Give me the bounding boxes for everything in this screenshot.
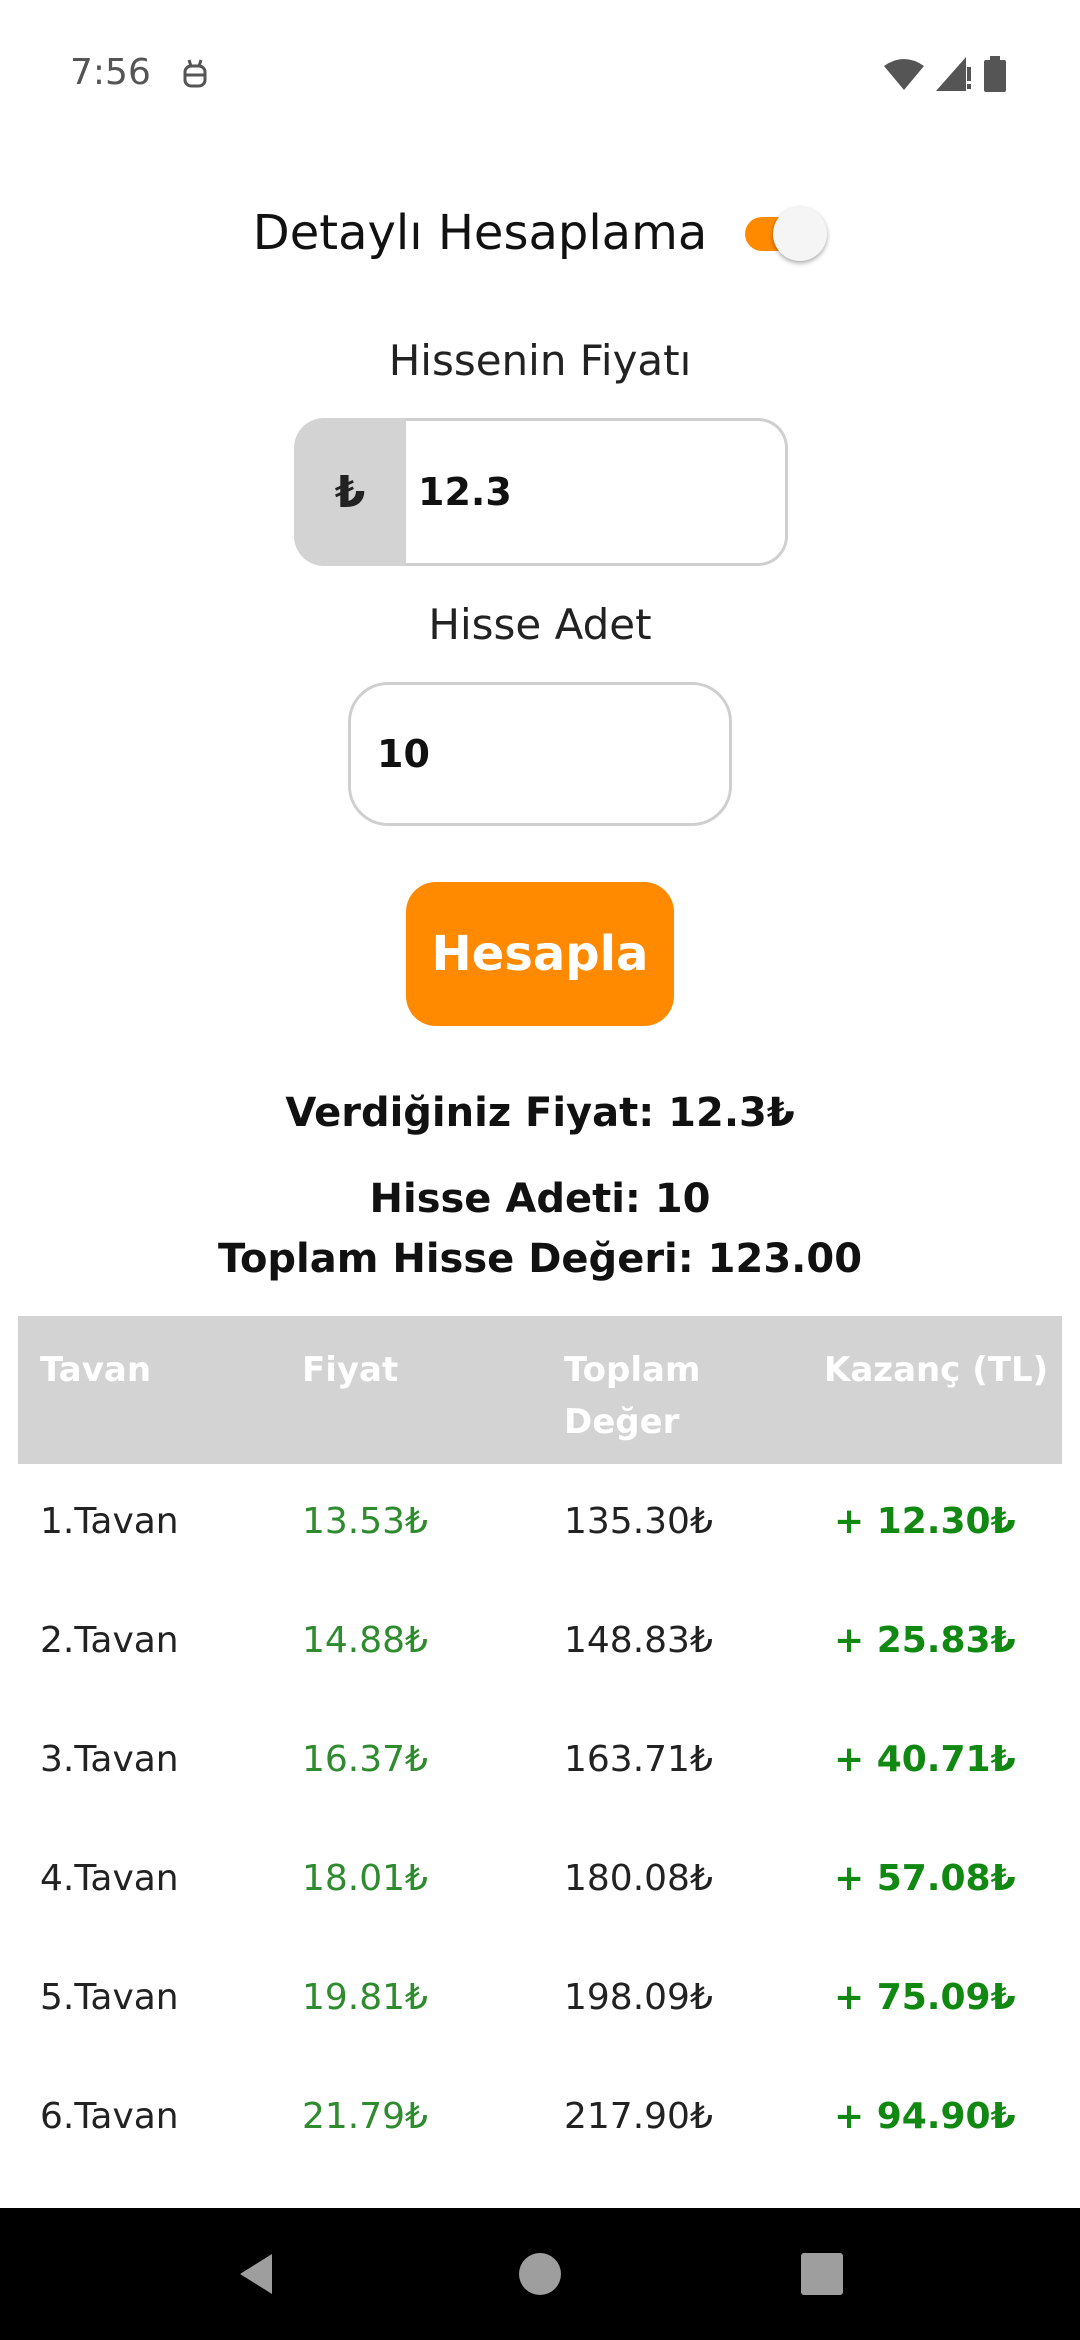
row-price: 16.37₺ bbox=[302, 1739, 428, 1780]
row-name: 1.Tavan bbox=[40, 1501, 179, 1542]
share-count-text: Hisse Adeti: 10 bbox=[369, 1176, 711, 1222]
row-gain: + 25.83₺ bbox=[834, 1620, 1016, 1661]
table-row: 3.Tavan 16.37₺ 163.71₺ + 40.71₺ bbox=[18, 1702, 1062, 1821]
quantity-input[interactable]: 10 bbox=[348, 682, 732, 826]
detail-toggle-label: Detaylı Hesaplama bbox=[252, 205, 708, 261]
table-row: 5.Tavan 19.81₺ 198.09₺ + 75.09₺ bbox=[18, 1940, 1062, 2059]
header-toplam-deger: Toplam Değer bbox=[564, 1350, 701, 1442]
table-row: 1.Tavan 13.53₺ 135.30₺ + 12.30₺ bbox=[18, 1464, 1062, 1583]
recents-icon[interactable] bbox=[796, 2248, 848, 2300]
header-tavan: Tavan bbox=[40, 1350, 152, 1390]
price-input[interactable]: 12.3 bbox=[406, 418, 788, 566]
row-total: 198.09₺ bbox=[564, 1977, 713, 2018]
navigation-bar bbox=[0, 2208, 1080, 2340]
row-gain: + 40.71₺ bbox=[834, 1739, 1016, 1780]
row-gain: + 12.30₺ bbox=[834, 1501, 1016, 1542]
row-total: 135.30₺ bbox=[564, 1501, 713, 1542]
ceiling-table: Tavan Fiyat Toplam Değer Kazanç (TL) 1.T… bbox=[18, 1316, 1062, 2178]
back-icon[interactable] bbox=[232, 2248, 284, 2300]
lira-currency-icon: ₺ bbox=[294, 418, 406, 566]
row-total: 217.90₺ bbox=[564, 2096, 713, 2137]
price-input-group: ₺ 12.3 bbox=[294, 418, 788, 566]
table-row: 2.Tavan 14.88₺ 148.83₺ + 25.83₺ bbox=[18, 1583, 1062, 1702]
wifi-icon bbox=[884, 59, 924, 90]
home-icon[interactable] bbox=[514, 2248, 566, 2300]
switch-knob bbox=[773, 207, 828, 261]
row-gain: + 57.08₺ bbox=[834, 1858, 1016, 1899]
row-name: 3.Tavan bbox=[40, 1739, 179, 1780]
row-total: 163.71₺ bbox=[564, 1739, 713, 1780]
battery-icon bbox=[984, 56, 1006, 92]
row-price: 18.01₺ bbox=[302, 1858, 428, 1899]
status-time: 7:56 bbox=[70, 52, 151, 93]
header-kazanc: Kazanç (TL) bbox=[824, 1350, 1049, 1390]
status-bar: 7:56 bbox=[0, 0, 1080, 150]
row-name: 6.Tavan bbox=[40, 2096, 179, 2137]
row-gain: + 75.09₺ bbox=[834, 1977, 1016, 2018]
row-name: 4.Tavan bbox=[40, 1858, 179, 1899]
row-name: 2.Tavan bbox=[40, 1620, 179, 1661]
table-row: 6.Tavan 21.79₺ 217.90₺ + 94.90₺ bbox=[18, 2059, 1062, 2178]
row-price: 14.88₺ bbox=[302, 1620, 428, 1661]
row-gain: + 94.90₺ bbox=[834, 2096, 1016, 2137]
cellular-signal-icon bbox=[936, 57, 971, 91]
price-label: Hissenin Fiyatı bbox=[388, 336, 692, 385]
row-name: 5.Tavan bbox=[40, 1977, 179, 2018]
detail-toggle-switch[interactable] bbox=[741, 205, 828, 261]
row-total: 180.08₺ bbox=[564, 1858, 713, 1899]
row-price: 19.81₺ bbox=[302, 1977, 428, 2018]
total-value-text: Toplam Hisse Değeri: 123.00 bbox=[217, 1236, 863, 1282]
row-price: 21.79₺ bbox=[302, 2096, 428, 2137]
android-debug-icon bbox=[183, 59, 207, 88]
row-price: 13.53₺ bbox=[302, 1501, 428, 1542]
calculate-button[interactable]: Hesapla bbox=[406, 882, 674, 1026]
detail-toggle-row: Detaylı Hesaplama bbox=[0, 205, 1080, 261]
quantity-label: Hisse Adet bbox=[428, 600, 652, 649]
status-icons bbox=[884, 56, 1006, 92]
row-total: 148.83₺ bbox=[564, 1620, 713, 1661]
given-price-text: Verdiğiniz Fiyat: 12.3₺ bbox=[285, 1090, 795, 1136]
header-fiyat: Fiyat bbox=[302, 1350, 399, 1390]
table-header: Tavan Fiyat Toplam Değer Kazanç (TL) bbox=[18, 1316, 1062, 1464]
table-row: 4.Tavan 18.01₺ 180.08₺ + 57.08₺ bbox=[18, 1821, 1062, 1940]
